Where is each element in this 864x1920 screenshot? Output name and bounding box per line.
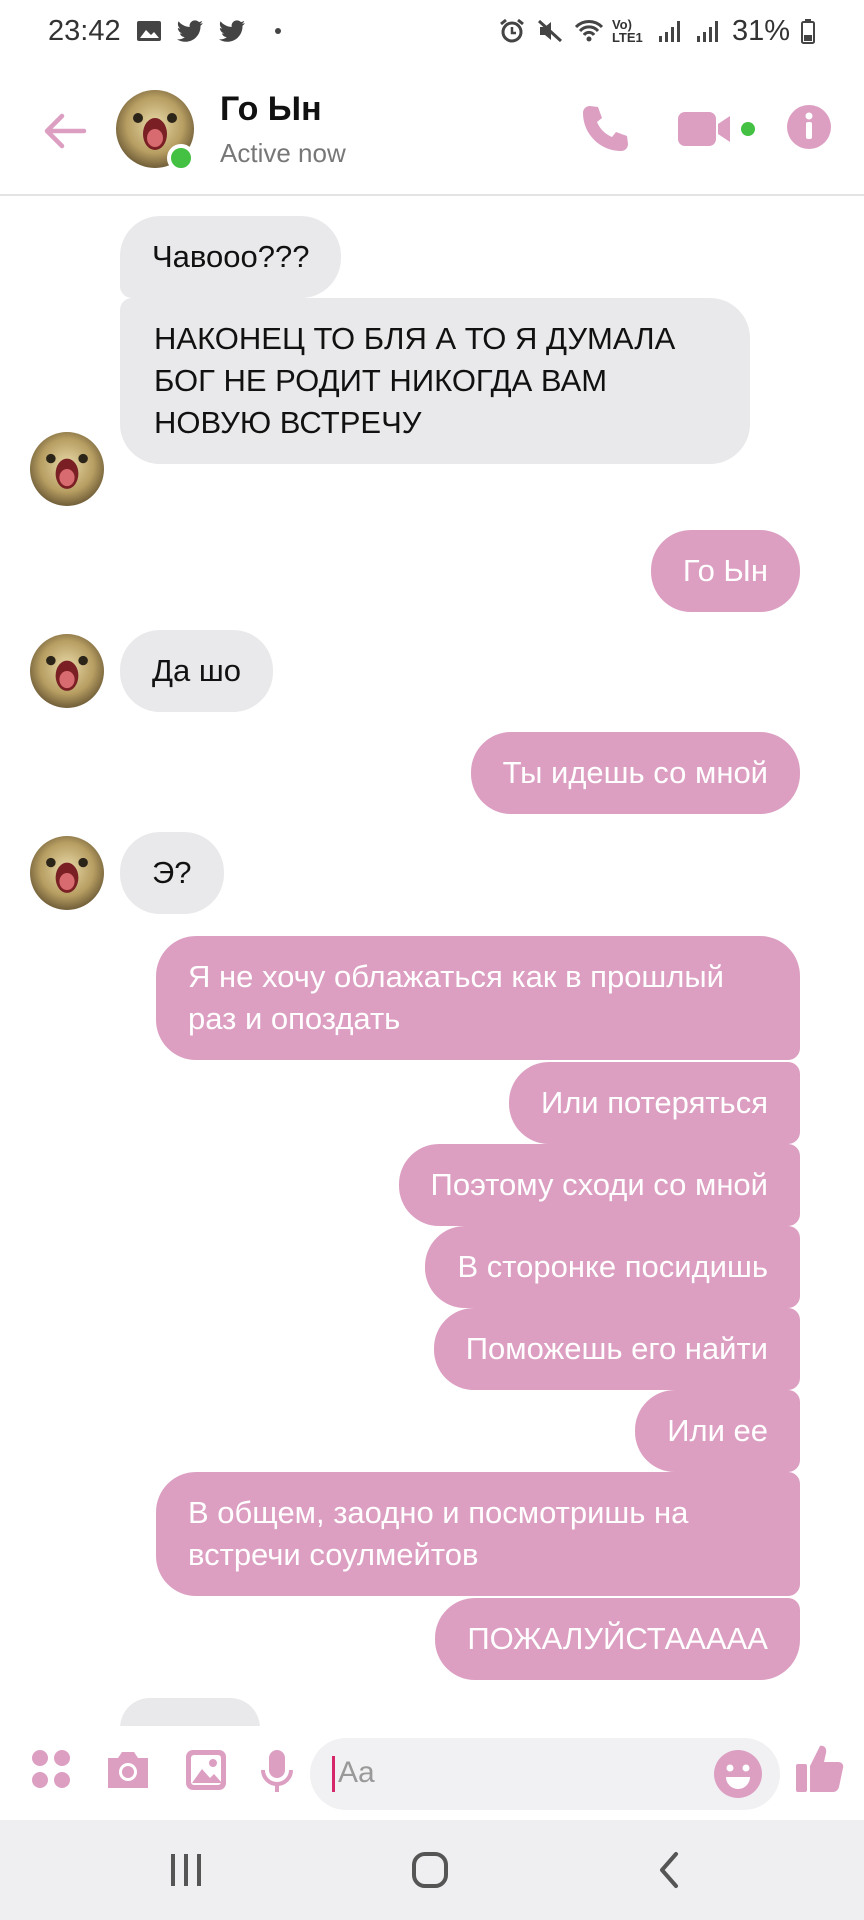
alarm-icon (498, 18, 526, 44)
message-outgoing[interactable]: В общем, заодно и посмотришь на встречи … (156, 1472, 800, 1596)
text-caret (332, 1756, 335, 1792)
avatar[interactable] (30, 836, 104, 910)
back-arrow-icon[interactable] (40, 106, 90, 156)
camera-icon[interactable] (104, 1748, 152, 1797)
apps-icon[interactable] (30, 1748, 72, 1795)
message-outgoing[interactable]: Поможешь его найти (433, 1308, 800, 1390)
avatar[interactable] (30, 432, 104, 506)
network-label: Vo) LTE1 (611, 17, 643, 45)
message-input-placeholder: Aa (338, 1756, 375, 1789)
video-call-icon[interactable] (676, 106, 756, 152)
message-outgoing[interactable]: Или ее (635, 1390, 800, 1472)
online-indicator (167, 144, 195, 172)
message-outgoing[interactable]: ПОЖАЛУЙСТААААА (435, 1598, 800, 1680)
message-incoming-partial[interactable] (120, 1698, 260, 1726)
notification-dot (274, 28, 281, 34)
message-incoming[interactable]: Э? (120, 832, 224, 914)
message-outgoing[interactable]: Поэтому сходи со мной (398, 1144, 800, 1226)
emoji-icon[interactable] (712, 1748, 764, 1800)
message-list[interactable]: Чавооо??? НАКОНЕЦ ТО БЛЯ А ТО Я ДУМАЛА Б… (0, 198, 864, 1726)
phone-icon[interactable] (578, 102, 632, 156)
mute-icon (536, 18, 564, 44)
signal-icon (656, 18, 684, 44)
battery-percent: 31% (731, 14, 790, 47)
clock: 23:42 (48, 14, 121, 47)
battery-icon (800, 18, 816, 44)
message-outgoing[interactable]: Го Ын (650, 530, 800, 612)
twitter-icon (176, 18, 205, 44)
system-nav-bar (0, 1820, 864, 1920)
back-nav-icon[interactable] (654, 1850, 684, 1895)
message-outgoing[interactable]: Или потеряться (508, 1062, 800, 1144)
home-icon[interactable] (410, 1850, 450, 1895)
avatar[interactable] (30, 634, 104, 708)
thumbs-up-icon[interactable] (794, 1740, 846, 1801)
wifi-icon (574, 18, 604, 44)
status-bar: 23:42 Vo) LTE1 31% (0, 0, 864, 62)
twitter-icon (218, 18, 247, 44)
message-outgoing[interactable]: В сторонке посидишь (425, 1226, 800, 1308)
message-outgoing[interactable]: Я не хочу облажаться как в прошлый раз и… (156, 936, 800, 1060)
gallery-icon (135, 18, 163, 44)
contact-name[interactable]: Го Ын (220, 90, 322, 129)
recents-icon[interactable] (168, 1850, 204, 1895)
composer-bar: Aa (0, 1726, 864, 1820)
message-outgoing[interactable]: Ты идешь со мной (470, 732, 800, 814)
image-icon[interactable] (184, 1748, 228, 1797)
message-incoming[interactable]: Чавооо??? (120, 216, 342, 298)
message-incoming[interactable]: НАКОНЕЦ ТО БЛЯ А ТО Я ДУМАЛА БОГ НЕ РОДИ… (120, 298, 750, 464)
info-icon[interactable] (786, 104, 832, 150)
mic-icon[interactable] (260, 1748, 294, 1799)
message-incoming[interactable]: Да шо (120, 630, 273, 712)
message-input[interactable]: Aa (310, 1738, 780, 1810)
signal-icon (694, 18, 722, 44)
chat-header: Го Ын Active now (0, 62, 864, 196)
contact-status: Active now (220, 138, 346, 168)
